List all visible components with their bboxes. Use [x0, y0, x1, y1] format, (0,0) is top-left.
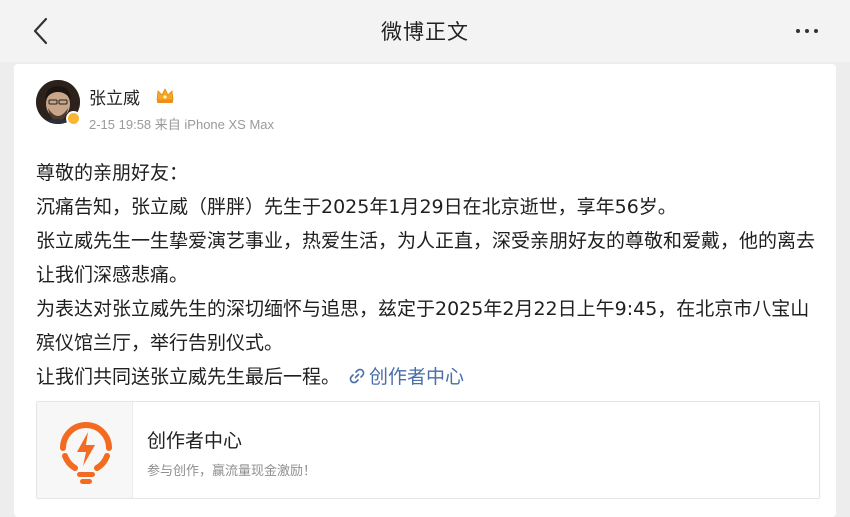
post-last-line: 让我们共同送张立威先生最后一程。 创作者中心 [36, 360, 826, 394]
creator-center-logo [37, 402, 133, 498]
post-card: 张立威 2-15 19:58 来自 iPhone XS Max 尊敬的亲朋好友：… [14, 64, 836, 517]
verified-badge-icon [66, 111, 81, 126]
link-icon [349, 368, 365, 384]
post-body: 尊敬的亲朋好友： 沉痛告知，张立威（胖胖）先生于2025年1月29日在北京逝世，… [36, 156, 826, 394]
creator-center-link[interactable]: 创作者中心 [348, 366, 464, 388]
post-paragraph: 让我们共同送张立威先生最后一程。 [36, 366, 341, 388]
lightbulb-bolt-icon [60, 422, 112, 484]
creator-center-link-label: 创作者中心 [369, 366, 465, 388]
author-name[interactable]: 张立威 [89, 84, 140, 109]
post-meta: 2-15 19:58 来自 iPhone XS Max [89, 114, 274, 133]
creator-center-card[interactable]: 创作者中心 参与创作，赢流量现金激励！ [36, 401, 820, 499]
post-paragraph: 尊敬的亲朋好友： [36, 162, 189, 184]
post-paragraph: 为表达对张立威先生的深切缅怀与追思，兹定于2025年2月22日上午9:45，在北… [36, 298, 810, 354]
more-dots-icon [796, 29, 818, 33]
crown-icon [156, 88, 174, 103]
page-title: 微博正文 [381, 20, 469, 44]
post-paragraph: 沉痛告知，张立威（胖胖）先生于2025年1月29日在北京逝世，享年56岁。 [36, 196, 677, 218]
post-timestamp: 2-15 19:58 [89, 117, 152, 132]
post-source: 来自 iPhone XS Max [154, 117, 275, 132]
top-navigation-bar: 微博正文 [0, 0, 850, 62]
more-button[interactable] [794, 18, 820, 44]
post-paragraph: 张立威先生一生挚爱演艺事业，热爱生活，为人正直，深受亲朋好友的尊敬和爱戴，他的离… [36, 230, 816, 286]
creator-center-card-subtitle: 参与创作，赢流量现金激励！ [147, 464, 317, 479]
creator-center-card-title: 创作者中心 [147, 430, 243, 452]
